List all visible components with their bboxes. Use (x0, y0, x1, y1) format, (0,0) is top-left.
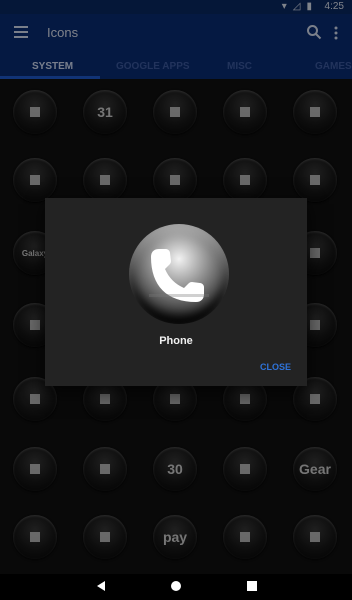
recent-apps-icon[interactable] (246, 580, 258, 592)
back-icon[interactable] (95, 580, 107, 592)
close-button[interactable]: CLOSE (260, 362, 291, 372)
system-nav-bar (0, 574, 352, 600)
icon-name: Phone (159, 335, 193, 347)
icon-preview-dialog: Phone CLOSE (45, 198, 307, 386)
home-icon[interactable] (170, 580, 182, 592)
phone-large-icon (129, 224, 229, 324)
